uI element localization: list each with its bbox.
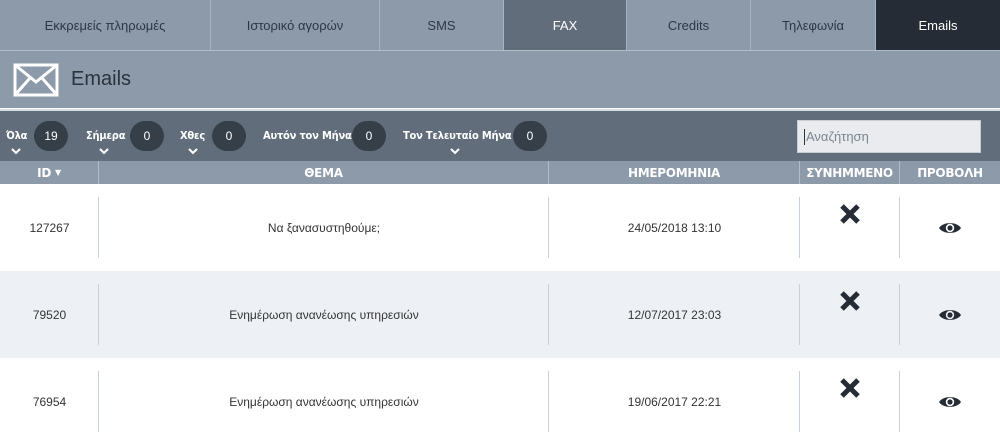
- id-cell: 76954: [0, 358, 99, 443]
- column-header-view: ΠΡΟΒΟΛΗ: [900, 161, 1000, 184]
- attachment-cell: [800, 184, 900, 271]
- tab-label: Emails: [918, 17, 958, 33]
- tab-purchase-history[interactable]: Ιστορικό αγορών: [211, 0, 380, 50]
- top-tabs: Εκκρεμείς πληρωμές Ιστορικό αγορών SMS F…: [0, 0, 1000, 50]
- tab-telephony[interactable]: Τηλεφωνία: [751, 0, 876, 50]
- column-header-subject: ΘΕΜΑ: [99, 161, 549, 184]
- column-label: ΣΥΝΗΜΜΕΝΟ: [806, 165, 893, 180]
- count-badge: 0: [513, 121, 547, 151]
- column-label: ΠΡΟΒΟΛΗ: [917, 165, 983, 180]
- tab-label: FAX: [552, 17, 578, 33]
- page-title: Emails: [71, 68, 132, 90]
- table-header: ID ▼ ΘΕΜΑ ΗΜΕΡΟΜΗΝΙΑ ΣΥΝΗΜΜΕΝΟ ΠΡΟΒΟΛΗ: [0, 161, 1000, 184]
- date-cell: 12/07/2017 23:03: [549, 271, 800, 358]
- filter-label: Σήμερα: [86, 129, 126, 142]
- x-icon: [840, 291, 860, 311]
- email-id: 76954: [32, 394, 67, 409]
- column-header-date: ΗΜΕΡΟΜΗΝΙΑ: [549, 161, 800, 184]
- view-cell: [900, 184, 1000, 271]
- table-row[interactable]: 76954 Ενημέρωση ανανέωσης υπηρεσιών 19/0…: [0, 358, 1000, 443]
- eye-icon[interactable]: [938, 307, 962, 323]
- subject-cell: Ενημέρωση ανανέωσης υπηρεσιών: [99, 358, 549, 443]
- envelope-icon: [13, 63, 59, 96]
- tab-pending-payments[interactable]: Εκκρεμείς πληρωμές: [0, 0, 211, 50]
- tab-fax[interactable]: FAX: [504, 0, 627, 50]
- sort-down-icon: ▼: [54, 168, 61, 177]
- subject-cell: Να ξανασυστηθούμε;: [99, 184, 549, 271]
- eye-icon[interactable]: [938, 394, 962, 410]
- email-date: 19/06/2017 22:21: [627, 394, 722, 409]
- eye-icon[interactable]: [938, 220, 962, 236]
- filter-all[interactable]: Όλα 19: [0, 111, 70, 161]
- chevron-down-icon: [11, 148, 21, 155]
- date-cell: 19/06/2017 22:21: [549, 358, 800, 443]
- x-icon: [840, 378, 860, 398]
- count-badge: 0: [212, 121, 246, 151]
- attachment-cell: [800, 271, 900, 358]
- filter-label: Αυτόν τον Μήνα: [263, 129, 352, 142]
- page-header: Emails: [0, 50, 1000, 108]
- column-header-attachment: ΣΥΝΗΜΜΕΝΟ: [800, 161, 900, 184]
- view-cell: [900, 271, 1000, 358]
- table-row[interactable]: 127267 Να ξανασυστηθούμε; 24/05/2018 13:…: [0, 184, 1000, 271]
- filter-yesterday[interactable]: Χθες 0: [180, 111, 250, 161]
- subject-cell: Ενημέρωση ανανέωσης υπηρεσιών: [99, 271, 549, 358]
- tab-credits[interactable]: Credits: [627, 0, 751, 50]
- search-placeholder: Αναζήτηση: [806, 129, 869, 144]
- search-input[interactable]: Αναζήτηση: [797, 120, 981, 153]
- tab-label: SMS: [427, 17, 456, 33]
- tab-label: Credits: [667, 17, 710, 33]
- attachment-cell: [800, 358, 900, 443]
- id-cell: 79520: [0, 271, 99, 358]
- count-badge: 0: [130, 121, 164, 151]
- tab-label: Εκκρεμείς πληρωμές: [44, 17, 166, 33]
- chevron-down-icon: [99, 148, 109, 155]
- view-cell: [900, 358, 1000, 443]
- x-icon: [840, 204, 860, 224]
- tab-emails[interactable]: Emails: [876, 0, 1000, 50]
- email-date: 12/07/2017 23:03: [627, 307, 722, 322]
- email-subject: Ενημέρωση ανανέωσης υπηρεσιών: [229, 307, 419, 322]
- email-table-body: 127267 Να ξανασυστηθούμε; 24/05/2018 13:…: [0, 184, 1000, 443]
- column-label: ID: [37, 165, 51, 180]
- chevron-down-icon: [450, 148, 460, 155]
- filter-today[interactable]: Σήμερα 0: [84, 111, 168, 161]
- id-cell: 127267: [0, 184, 99, 271]
- count-badge: 0: [352, 121, 386, 151]
- column-label: ΘΕΜΑ: [304, 165, 343, 180]
- column-label: ΗΜΕΡΟΜΗΝΙΑ: [628, 165, 720, 180]
- filter-label: Χθες: [180, 129, 206, 142]
- filter-bar: Όλα 19 Σήμερα 0 Χθες 0 Αυτόν τον Μήνα 0 …: [0, 109, 1000, 161]
- email-subject: Να ξανασυστηθούμε;: [267, 220, 381, 235]
- date-cell: 24/05/2018 13:10: [549, 184, 800, 271]
- filter-this-month[interactable]: Αυτόν τον Μήνα 0: [263, 111, 388, 161]
- email-id: 79520: [32, 307, 67, 322]
- column-header-id[interactable]: ID ▼: [0, 161, 99, 184]
- filter-label: Τον Τελευταίο Μήνα: [403, 129, 512, 142]
- filter-label: Όλα: [6, 129, 28, 142]
- email-subject: Ενημέρωση ανανέωσης υπηρεσιών: [229, 394, 419, 409]
- table-row[interactable]: 79520 Ενημέρωση ανανέωσης υπηρεσιών 12/0…: [0, 271, 1000, 358]
- email-id: 127267: [29, 220, 70, 235]
- email-date: 24/05/2018 13:10: [627, 220, 722, 235]
- filter-last-month[interactable]: Τον Τελευταίο Μήνα 0: [403, 111, 553, 161]
- count-badge: 19: [34, 121, 68, 151]
- tab-label: Τηλεφωνία: [782, 17, 844, 33]
- tab-sms[interactable]: SMS: [380, 0, 504, 50]
- tab-label: Ιστορικό αγορών: [246, 17, 344, 33]
- chevron-down-icon: [188, 148, 198, 155]
